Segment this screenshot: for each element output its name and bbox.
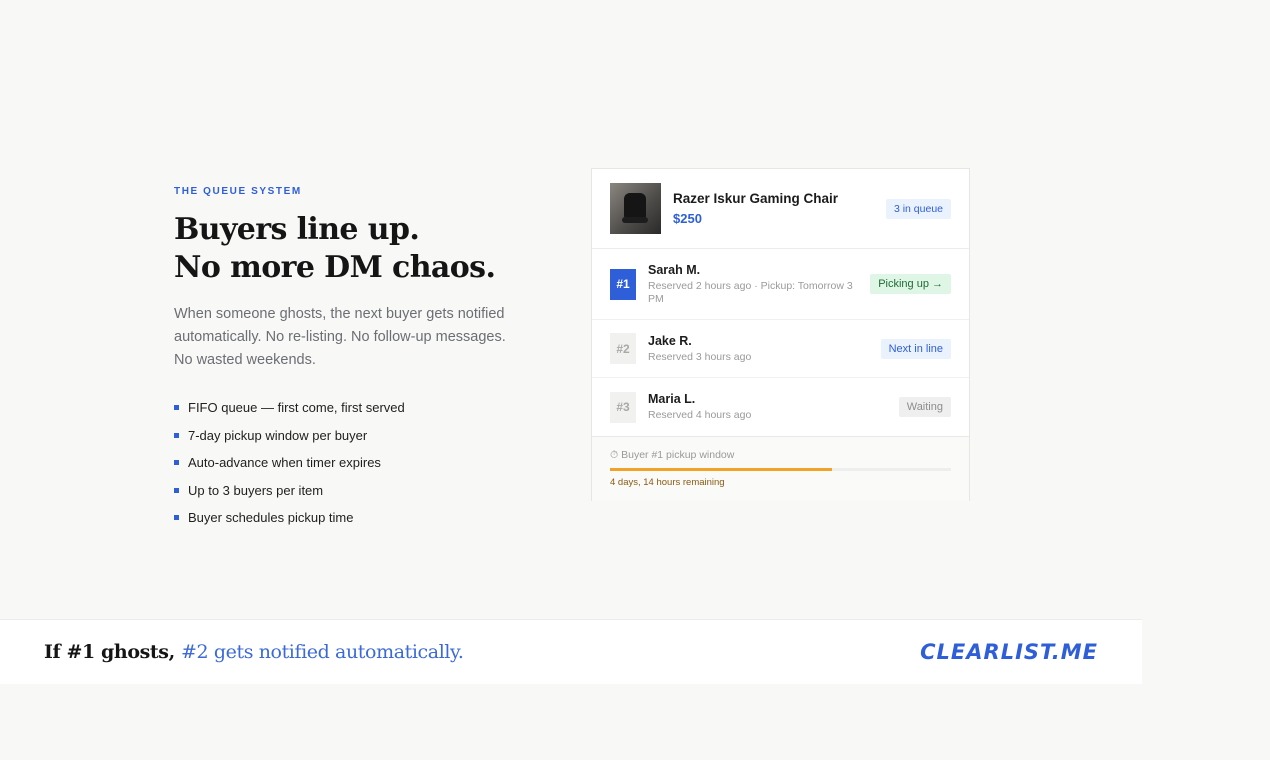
feature-text: 7-day pickup window per buyer [188, 427, 368, 443]
queue-row[interactable]: #2 Jake R. Reserved 3 hours ago Next in … [592, 320, 969, 378]
buyer-info: Sarah M. Reserved 2 hours ago · Pickup: … [648, 263, 870, 306]
feature-item: 7-day pickup window per buyer [174, 422, 544, 450]
queue-row[interactable]: #1 Sarah M. Reserved 2 hours ago · Picku… [592, 249, 969, 320]
queue-row[interactable]: #3 Maria L. Reserved 4 hours ago Waiting [592, 378, 969, 437]
feature-item: Buyer schedules pickup time [174, 504, 544, 532]
rank-badge: #2 [610, 333, 636, 364]
bullet-icon [174, 515, 179, 521]
bullet-icon [174, 405, 179, 411]
buyer-name: Sarah M. [648, 262, 701, 277]
bullet-icon [174, 487, 179, 493]
bullet-icon [174, 460, 179, 466]
buyer-meta: Reserved 4 hours ago [648, 409, 752, 421]
banner-tagline: If #1 ghosts, #2 gets notified automatic… [44, 641, 464, 663]
headline-line-2: No more DM chaos. [174, 250, 496, 285]
buyer-name: Maria L. [648, 392, 696, 406]
timer-label: ⏱ Buyer #1 pickup window [610, 449, 735, 461]
status-badge-waiting: Waiting [898, 397, 951, 417]
feature-item: FIFO queue — first come, first served [174, 394, 544, 422]
feature-list: FIFO queue — first come, first served 7-… [174, 394, 544, 532]
feature-item: Auto-advance when timer expires [174, 449, 544, 477]
buyer-name: Jake R. [648, 333, 692, 348]
feature-text: Buyer schedules pickup time [188, 510, 354, 526]
section-lead: When someone ghosts, the next buyer gets… [174, 306, 506, 368]
timer-progress-fill [610, 468, 832, 471]
status-badge-picking-up[interactable]: Picking up → [870, 274, 951, 294]
buyer-meta: Reserved 3 hours ago [648, 350, 752, 363]
bottom-banner: If #1 ghosts, #2 gets notified automatic… [0, 619, 1142, 684]
rank-badge: #1 [610, 268, 636, 300]
timer-remaining: 4 days, 14 hours remaining [610, 477, 725, 488]
tagline-accent: #2 gets notified automatically. [181, 641, 464, 663]
tagline-main: If #1 ghosts, [44, 641, 182, 663]
item-info: Razer Iskur Gaming Chair $250 [673, 191, 886, 226]
feature-item: Up to 3 buyers per item [174, 477, 544, 505]
bullet-icon [174, 432, 179, 438]
status-badge-next: Next in line [880, 338, 951, 359]
feature-text: Auto-advance when timer expires [188, 455, 381, 471]
item-thumbnail[interactable] [610, 183, 661, 234]
chair-icon [624, 193, 646, 219]
item-header[interactable]: Razer Iskur Gaming Chair $250 3 in queue [592, 169, 969, 249]
timer-progress-track [610, 468, 951, 471]
item-price: $250 [673, 211, 702, 226]
queue-section-text: THE QUEUE SYSTEM Buyers line up. No more… [174, 186, 544, 532]
pickup-timer: ⏱ Buyer #1 pickup window 4 days, 14 hour… [592, 437, 969, 501]
section-eyebrow: THE QUEUE SYSTEM [174, 186, 302, 197]
headline-line-1: Buyers line up. [174, 212, 420, 247]
section-headline: Buyers line up. No more DM chaos. [174, 211, 544, 287]
rank-badge: #3 [610, 391, 636, 423]
queue-card: Razer Iskur Gaming Chair $250 3 in queue… [591, 168, 970, 501]
buyer-meta: Reserved 2 hours ago · Pickup: Tomorrow … [648, 279, 853, 305]
chair-base [622, 217, 648, 223]
queue-count-badge: 3 in queue [885, 198, 951, 219]
feature-text: FIFO queue — first come, first served [188, 400, 405, 416]
feature-text: Up to 3 buyers per item [188, 482, 324, 498]
buyer-info: Maria L. Reserved 4 hours ago [648, 392, 899, 422]
brand-logo[interactable]: CLEARLIST.ME [920, 640, 1098, 664]
item-name: Razer Iskur Gaming Chair [673, 191, 839, 206]
buyer-info: Jake R. Reserved 3 hours ago [648, 334, 881, 364]
